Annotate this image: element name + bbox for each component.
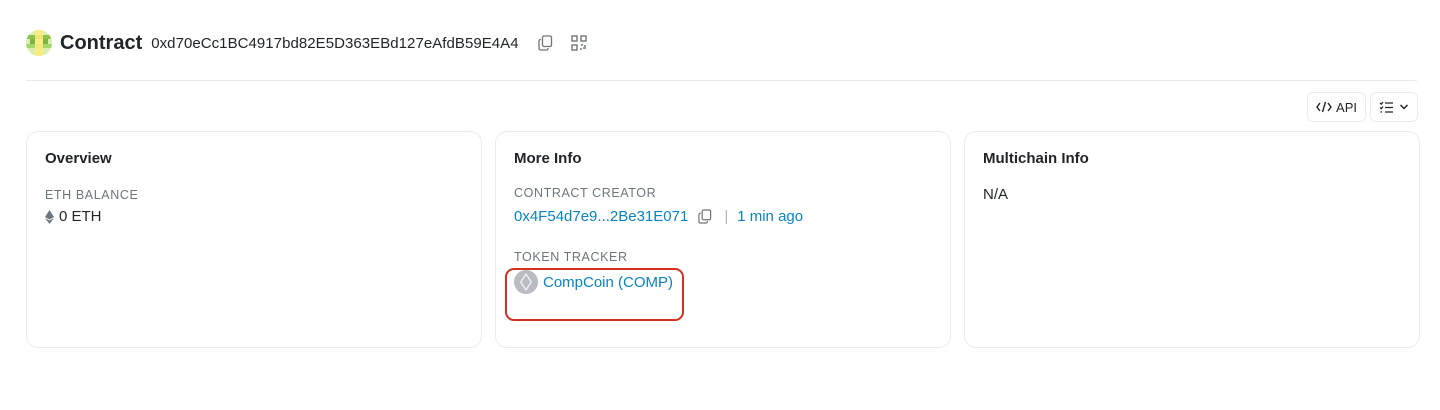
page-title: Contract <box>60 31 143 54</box>
more-info-card: More Info CONTRACT CREATOR 0x4F54d7e9...… <box>495 131 951 348</box>
page-header: Contract 0xd70eCc1BC4917bd82E5D363EBd127… <box>26 28 603 58</box>
multichain-card: Multichain Info N/A <box>964 131 1420 348</box>
separator: | <box>724 207 729 225</box>
api-button-label: API <box>1336 99 1357 115</box>
api-button[interactable]: API <box>1307 92 1366 122</box>
token-highlight-box <box>505 268 684 321</box>
overview-title: Overview <box>45 150 112 167</box>
overview-card: Overview ETH BALANCE 0 ETH <box>26 131 482 348</box>
more-info-title: More Info <box>514 150 582 167</box>
contract-creator-row: 0x4F54d7e9...2Be31E071 | 1 min ago <box>514 207 932 225</box>
token-tracker-label: TOKEN TRACKER <box>514 250 628 264</box>
contract-avatar <box>26 30 52 56</box>
contract-creator-label: CONTRACT CREATOR <box>514 186 657 200</box>
list-options-button[interactable] <box>1370 92 1418 122</box>
multichain-title: Multichain Info <box>983 150 1089 167</box>
copy-icon[interactable] <box>696 207 714 225</box>
eth-balance-value: 0 ETH <box>59 208 102 225</box>
creation-time-link[interactable]: 1 min ago <box>737 208 803 225</box>
toolbar: API <box>1307 92 1418 122</box>
qr-code-icon[interactable] <box>570 34 588 52</box>
list-check-icon <box>1379 101 1393 113</box>
eth-balance-value-row: 0 ETH <box>45 208 463 225</box>
header-divider <box>26 80 1417 81</box>
eth-balance-label: ETH BALANCE <box>45 188 139 202</box>
multichain-value: N/A <box>983 186 1009 203</box>
info-cards: Overview ETH BALANCE 0 ETH More Info CON… <box>26 131 1420 348</box>
creator-address-link[interactable]: 0x4F54d7e9...2Be31E071 <box>514 208 688 225</box>
ethereum-icon <box>45 209 54 224</box>
chevron-down-icon <box>1399 104 1409 110</box>
code-icon <box>1316 101 1332 113</box>
copy-icon[interactable] <box>537 34 555 52</box>
contract-address: 0xd70eCc1BC4917bd82E5D363EBd127eAfdB59E4… <box>151 34 519 52</box>
